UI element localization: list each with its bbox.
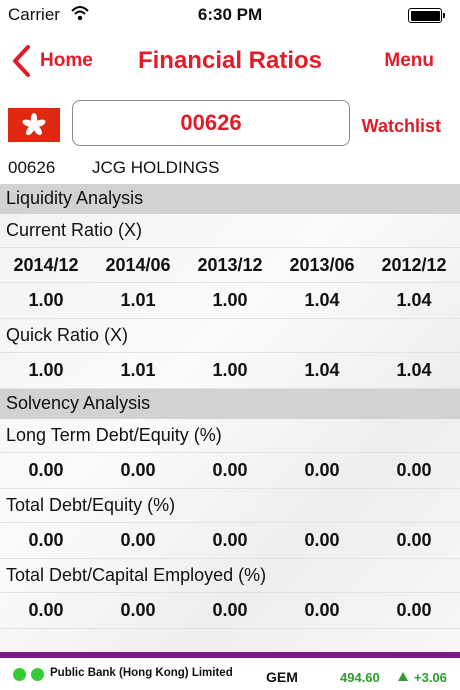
ratio-value-row: 0.00 0.00 0.00 0.00 0.00: [0, 453, 460, 489]
stock-search-row: Watchlist: [0, 92, 460, 154]
ratio-value: 0.00: [28, 600, 64, 620]
ratio-value-row: 0.00 0.00 0.00 0.00 0.00: [0, 593, 460, 629]
ticker-stripe: [0, 652, 460, 658]
ratio-label: Total Debt/Capital Employed (%): [0, 559, 460, 593]
home-back-button[interactable]: Home: [10, 44, 93, 78]
broker-name: Public Bank (Hong Kong) Limited: [50, 667, 233, 679]
ratio-value: 1.04: [396, 360, 432, 380]
ratio-value: 1.00: [28, 360, 64, 380]
ratio-value: 0.00: [212, 600, 248, 620]
ratio-value-row: 1.00 1.01 1.00 1.04 1.04: [0, 353, 460, 389]
period-header-row: 2014/12 2014/06 2013/12 2013/06 2012/12: [0, 248, 460, 283]
status-light-icon: [13, 668, 26, 681]
period-header: 2013/06: [289, 254, 355, 275]
ratio-value: 1.04: [304, 290, 340, 310]
stock-code-input[interactable]: [72, 100, 350, 146]
ratio-value-row: 0.00 0.00 0.00 0.00 0.00: [0, 523, 460, 559]
ratio-value: 1.00: [28, 290, 64, 310]
ratio-value: 0.00: [28, 530, 64, 550]
ratio-value: 1.04: [304, 360, 340, 380]
ratio-value: 0.00: [212, 530, 248, 550]
period-header: 2012/12: [381, 254, 447, 275]
menu-button[interactable]: Menu: [384, 50, 434, 72]
section-header: Solvency Analysis: [0, 389, 460, 419]
ratio-value: 0.00: [120, 600, 156, 620]
home-label: Home: [40, 50, 93, 71]
section-header: Liquidity Analysis: [0, 184, 460, 214]
ratio-value: 0.00: [304, 600, 340, 620]
ratio-value: 1.00: [212, 290, 248, 310]
board-name: GEM: [266, 669, 298, 685]
ratio-value: 1.01: [120, 360, 156, 380]
index-price: 494.60: [340, 670, 380, 685]
hong-kong-flag-icon[interactable]: [8, 108, 60, 142]
ratio-value: 1.04: [396, 290, 432, 310]
ratio-value: 0.00: [212, 460, 248, 480]
ratio-value: 0.00: [304, 530, 340, 550]
ratio-label: Total Debt/Equity (%): [0, 489, 460, 523]
up-arrow-icon: [398, 672, 408, 681]
period-header: 2013/12: [197, 254, 263, 275]
ratio-label: Current Ratio (X): [0, 214, 460, 248]
status-bar: Carrier 6:30 PM: [0, 0, 460, 30]
ratio-value: 1.00: [212, 360, 248, 380]
clock: 6:30 PM: [197, 5, 263, 24]
navigation-bar: Home Financial Ratios Menu: [0, 30, 460, 92]
ratio-value: 0.00: [396, 460, 432, 480]
ratio-value: 1.01: [120, 290, 156, 310]
ratio-value: 0.00: [304, 460, 340, 480]
status-light-icon: [31, 668, 44, 681]
ratio-value-row: 1.00 1.01 1.00 1.04 1.04: [0, 283, 460, 319]
watchlist-button[interactable]: Watchlist: [362, 116, 441, 137]
ratio-label: Long Term Debt/Equity (%): [0, 419, 460, 453]
market-ticker[interactable]: Public Bank (Hong Kong) Limited GEM 494.…: [0, 652, 460, 690]
period-header: 2014/12: [13, 254, 79, 275]
ratio-value: 0.00: [120, 460, 156, 480]
stock-info: 00626 JCG HOLDINGS: [0, 154, 460, 184]
ratio-value: 0.00: [396, 530, 432, 550]
ratio-label: Quick Ratio (X): [0, 319, 460, 353]
ratio-value: 0.00: [120, 530, 156, 550]
stock-name: JCG HOLDINGS: [92, 158, 220, 177]
ratio-table[interactable]: Liquidity Analysis Current Ratio (X) 2014/…: [0, 184, 460, 652]
stock-code: 00626: [8, 158, 56, 177]
period-header: 2014/06: [105, 254, 171, 275]
ratio-value: 0.00: [396, 600, 432, 620]
chevron-left-icon: [13, 45, 30, 77]
battery-icon: [408, 8, 445, 23]
bauhinia-icon: [22, 113, 46, 136]
index-change: +3.06: [414, 670, 447, 685]
ratio-value: 0.00: [28, 460, 64, 480]
